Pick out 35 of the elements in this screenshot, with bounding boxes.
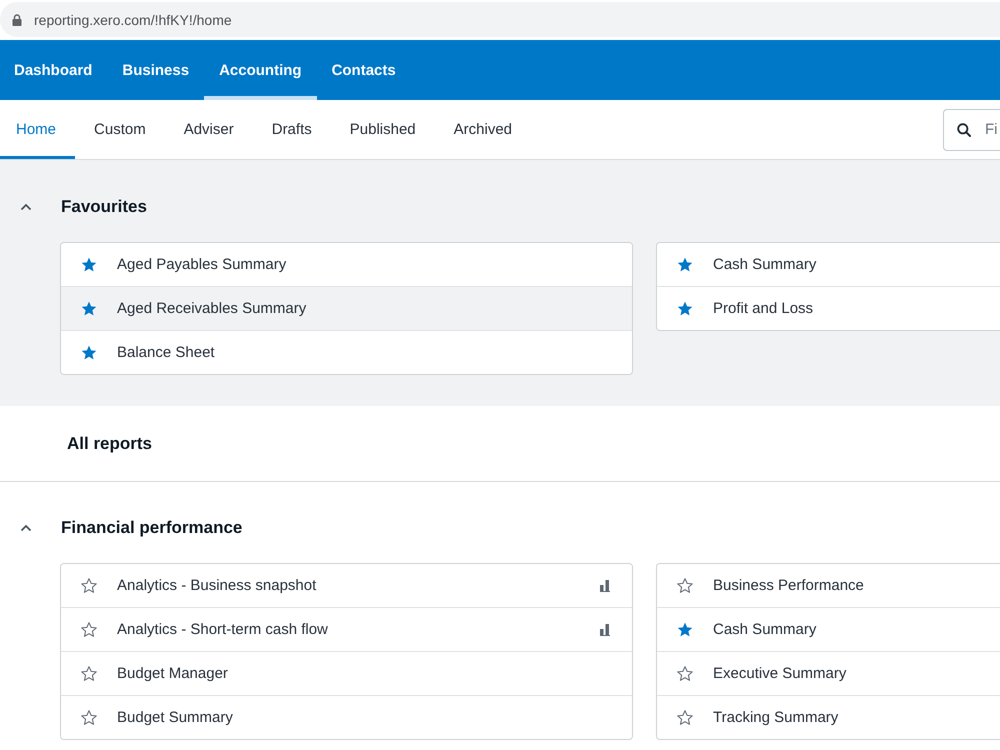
report-link[interactable]: Cash Summary <box>657 243 1000 287</box>
search-field[interactable]: Fi <box>943 108 1000 150</box>
section-title: All reports <box>67 434 152 454</box>
star-outline-icon[interactable] <box>81 710 97 725</box>
search-icon <box>957 122 971 136</box>
nav-tab[interactable]: Dashboard <box>0 40 108 100</box>
filled-star-icon[interactable] <box>81 345 97 360</box>
nav-tab[interactable]: Business <box>107 40 204 100</box>
section-title: Financial performance <box>61 518 242 538</box>
chevron-up-icon[interactable] <box>20 524 32 532</box>
filled-star-icon[interactable] <box>677 257 693 272</box>
filled-star-icon[interactable] <box>677 622 693 637</box>
report-link[interactable]: Analytics - Business snapshot <box>61 564 632 608</box>
star-outline-icon[interactable] <box>81 578 97 593</box>
sub-tab[interactable]: Archived <box>434 100 531 159</box>
star-outline-icon[interactable] <box>677 578 693 593</box>
filled-star-icon[interactable] <box>81 257 97 272</box>
filled-star-icon[interactable] <box>677 301 693 316</box>
star-outline-icon[interactable] <box>81 622 97 637</box>
nav-tab[interactable]: Contacts <box>316 40 411 100</box>
sub-tab[interactable]: Adviser <box>164 100 253 159</box>
star-outline-icon[interactable] <box>677 710 693 725</box>
report-link[interactable]: Aged Payables Summary <box>61 243 632 287</box>
report-link[interactable]: Business Performance <box>657 564 1000 608</box>
filled-star-icon[interactable] <box>81 301 97 316</box>
section-title: Favourites <box>61 197 147 217</box>
sub-tab[interactable]: Custom <box>75 100 165 159</box>
address-bar[interactable]: reporting.xero.com/!hfKY!/home <box>0 2 1000 37</box>
star-outline-icon[interactable] <box>677 666 693 681</box>
sub-tab[interactable]: Published <box>330 100 435 159</box>
report-link[interactable]: Aged Receivables Summary <box>61 287 632 331</box>
sub-tab[interactable]: Drafts <box>252 100 331 159</box>
chevron-up-icon[interactable] <box>20 203 32 211</box>
star-outline-icon[interactable] <box>81 666 97 681</box>
lock-icon <box>12 14 22 26</box>
